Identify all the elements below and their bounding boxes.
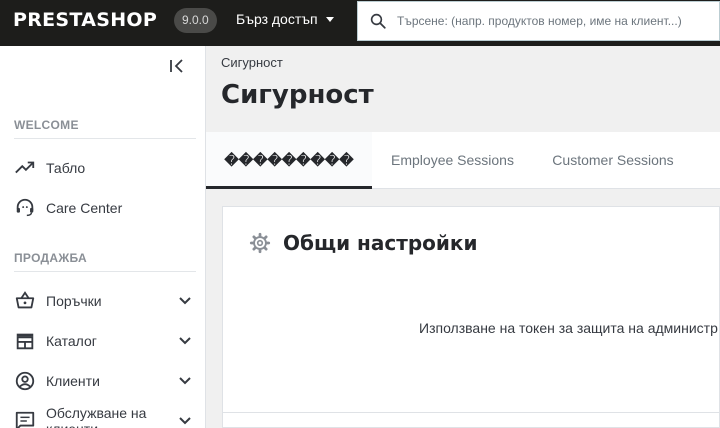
- sidebar-item-orders[interactable]: Поръчки: [14, 286, 192, 316]
- collapse-sidebar-icon[interactable]: [169, 58, 185, 74]
- tab-employee-sessions[interactable]: Employee Sessions: [372, 132, 533, 189]
- shopping-basket-icon: [15, 291, 35, 309]
- trending-up-icon: [15, 161, 35, 174]
- search-bar[interactable]: [357, 1, 720, 41]
- chevron-down-icon[interactable]: [178, 374, 192, 388]
- sidebar-item-label: Каталог: [46, 333, 97, 349]
- search-input[interactable]: [397, 14, 707, 28]
- sidebar: WELCOME Табло Care Center ПРОДАЖБА Поръч…: [0, 46, 206, 428]
- divider: [223, 412, 720, 413]
- admin-token-option-label: Използване на токен за защита на админис…: [419, 320, 718, 336]
- chevron-down-icon[interactable]: [178, 334, 192, 348]
- sidebar-item-dashboard[interactable]: Табло: [14, 153, 192, 183]
- tab-general[interactable]: ���������: [206, 132, 372, 189]
- account-circle-icon: [15, 371, 35, 391]
- sidebar-item-label: Клиенти: [46, 373, 100, 389]
- section-title-welcome: WELCOME: [14, 118, 79, 132]
- tab-bar: ��������� Employee Sessions Customer Ses…: [206, 132, 720, 189]
- sidebar-item-care-center[interactable]: Care Center: [14, 193, 192, 223]
- card-header: Общи настройки: [249, 231, 477, 255]
- search-icon[interactable]: [369, 12, 387, 30]
- tab-customer-sessions[interactable]: Customer Sessions: [533, 132, 693, 189]
- general-settings-card: Общи настройки Използване на токен за за…: [222, 206, 720, 428]
- gear-icon: [249, 232, 271, 254]
- sidebar-item-label: Поръчки: [46, 293, 102, 309]
- support-agent-icon: [16, 198, 34, 217]
- sidebar-item-label: Табло: [46, 160, 86, 176]
- card-title: Общи настройки: [283, 231, 478, 255]
- top-header: PRESTASHOP 9.0.0 Бърз достъп: [0, 0, 720, 46]
- store-icon: [16, 333, 34, 350]
- divider: [14, 138, 196, 139]
- breadcrumb[interactable]: Сигурност: [221, 55, 283, 70]
- prestashop-logo[interactable]: PRESTASHOP: [13, 9, 157, 31]
- quick-access-label: Бърз достъп: [236, 11, 318, 27]
- section-title-sell: ПРОДАЖБА: [14, 251, 87, 265]
- quick-access-dropdown[interactable]: Бърз достъп: [236, 11, 334, 27]
- sidebar-item-label: Обслужване на клиенти: [46, 405, 147, 428]
- chevron-down-icon[interactable]: [178, 414, 192, 428]
- version-badge: 9.0.0: [174, 8, 217, 33]
- page-title: Сигурност: [221, 80, 374, 110]
- divider: [14, 271, 196, 272]
- caret-down-icon: [325, 16, 334, 22]
- sidebar-item-label: Care Center: [46, 200, 123, 216]
- sidebar-item-customer-service[interactable]: Обслужване на клиенти: [14, 403, 192, 428]
- chevron-down-icon[interactable]: [178, 294, 192, 308]
- sidebar-item-catalog[interactable]: Каталог: [14, 326, 192, 356]
- chat-icon: [15, 411, 35, 428]
- sidebar-item-customers[interactable]: Клиенти: [14, 366, 192, 396]
